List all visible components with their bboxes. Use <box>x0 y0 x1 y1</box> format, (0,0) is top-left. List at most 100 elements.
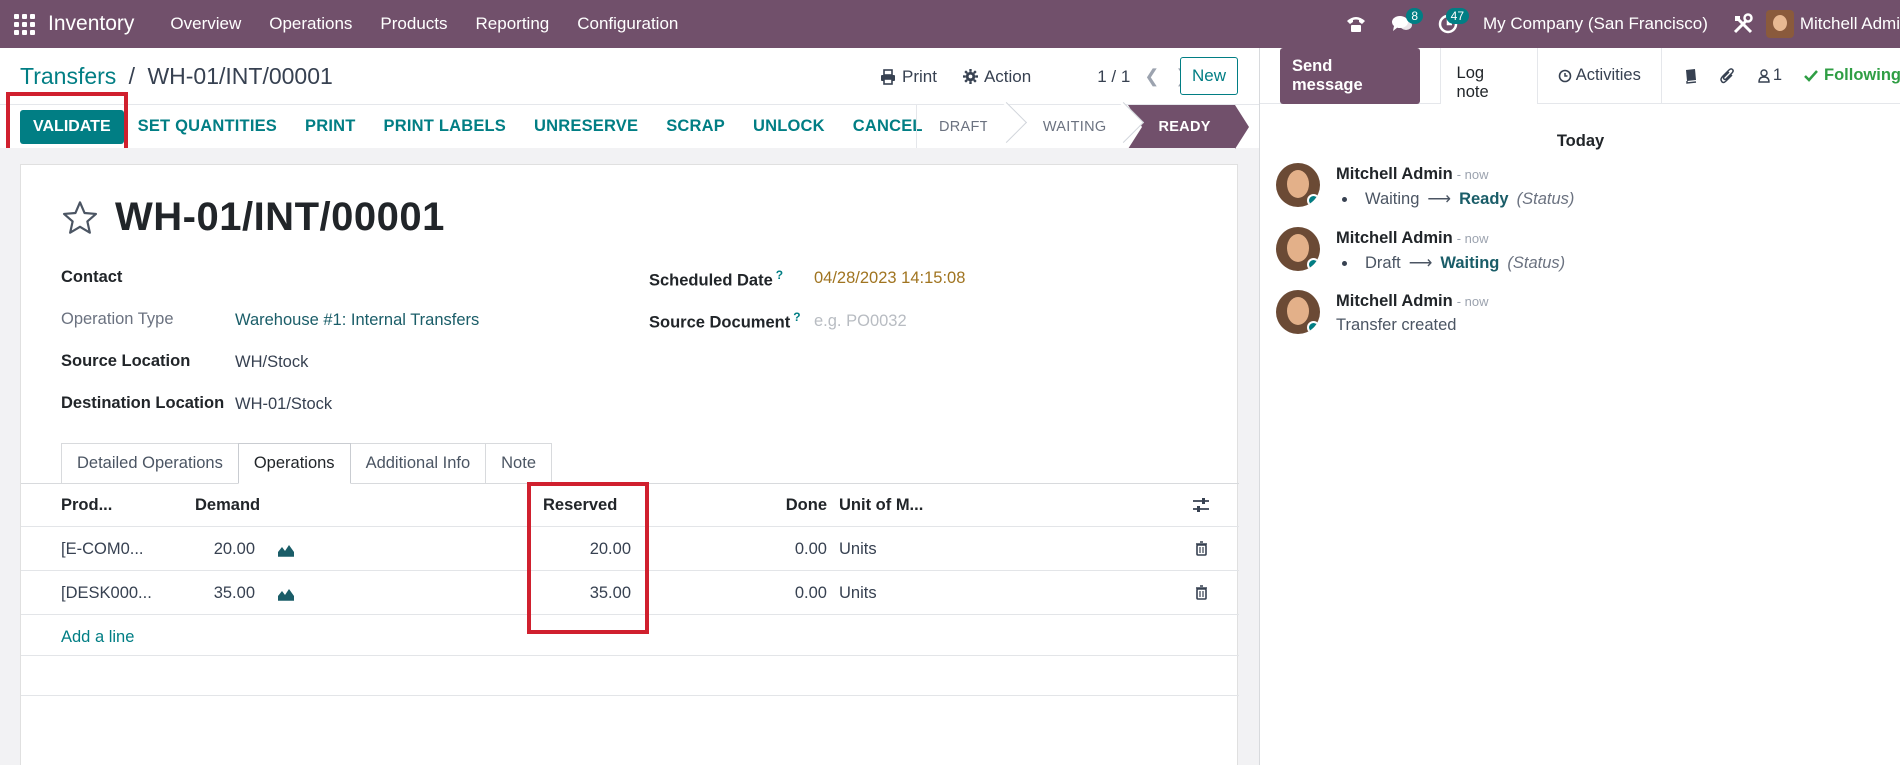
header-demand[interactable]: Demand <box>195 496 260 515</box>
source-document-field[interactable]: e.g. PO0032 <box>814 312 907 331</box>
print-labels-button[interactable]: PRINT LABELS <box>384 117 506 136</box>
new-value: Ready <box>1459 189 1509 208</box>
destination-location-field[interactable]: WH-01/Stock <box>235 395 332 414</box>
book-icon[interactable] <box>1684 68 1698 84</box>
scheduled-date-field[interactable]: 04/28/2023 14:15:08 <box>814 269 965 288</box>
log-note-button[interactable]: Log note <box>1439 47 1538 104</box>
changed-field: (Status) <box>1516 189 1575 208</box>
scheduled-date-label: Scheduled Date? <box>649 268 783 291</box>
menu-operations[interactable]: Operations <box>255 14 366 34</box>
uom-cell[interactable]: Units <box>839 584 877 603</box>
new-button[interactable]: New <box>1180 57 1238 95</box>
phone-icon[interactable] <box>1333 0 1379 48</box>
print-label: Print <box>902 66 937 86</box>
source-location-field[interactable]: WH/Stock <box>235 353 308 372</box>
unlock-button[interactable]: UNLOCK <box>753 117 825 136</box>
company-switcher[interactable]: My Company (San Francisco) <box>1471 0 1720 48</box>
author-avatar[interactable] <box>1276 163 1320 207</box>
trash-icon[interactable] <box>1195 541 1208 556</box>
scrap-button[interactable]: SCRAP <box>666 117 725 136</box>
activities-clock-icon[interactable]: 47 <box>1425 0 1471 48</box>
forecast-chart-icon[interactable] <box>277 587 295 601</box>
source-document-label: Source Document? <box>649 310 801 333</box>
cancel-button[interactable]: CANCEL <box>853 117 923 136</box>
activities-label: Activities <box>1575 66 1641 84</box>
transfer-reference-title: WH-01/INT/00001 <box>115 195 445 239</box>
demand-cell[interactable]: 20.00 <box>165 540 255 559</box>
unreserve-button[interactable]: UNRESERVE <box>534 117 638 136</box>
followers-button[interactable]: 1 <box>1758 66 1782 85</box>
operation-type-field[interactable]: Warehouse #1: Internal Transfers <box>235 311 479 330</box>
messages-icon[interactable]: 8 <box>1379 0 1425 48</box>
breadcrumb-transfers-link[interactable]: Transfers <box>20 63 116 89</box>
pager-value[interactable]: 1 / 1 <box>1097 67 1130 87</box>
tab-detailed-operations[interactable]: Detailed Operations <box>61 443 239 484</box>
destination-location-label: Destination Location <box>61 394 225 412</box>
stage-draft[interactable]: DRAFT <box>916 105 1011 149</box>
tab-additional-info[interactable]: Additional Info <box>349 443 487 484</box>
following-button[interactable]: Following <box>1804 66 1900 85</box>
set-quantities-button[interactable]: SET QUANTITIES <box>138 117 277 136</box>
action-menu-button[interactable]: Action <box>962 67 1031 87</box>
forecast-chart-icon[interactable] <box>277 543 295 557</box>
tools-icon[interactable] <box>1720 0 1766 48</box>
add-a-line-link[interactable]: Add a line <box>61 628 134 647</box>
user-avatar[interactable] <box>1765 10 1794 38</box>
author-name[interactable]: Mitchell Admin <box>1336 229 1453 247</box>
form-sheet: WH-01/INT/00001 Contact Operation Type W… <box>20 164 1239 765</box>
stage-waiting[interactable]: WAITING <box>1011 105 1129 149</box>
optional-columns-icon[interactable] <box>1192 497 1210 513</box>
scheduled-date-help-icon[interactable]: ? <box>776 268 783 282</box>
check-icon <box>1804 69 1818 82</box>
done-cell[interactable]: 0.00 <box>737 584 827 603</box>
header-unit-of-measure[interactable]: Unit of M... <box>839 496 923 515</box>
tab-note[interactable]: Note <box>485 443 552 484</box>
header-done[interactable]: Done <box>757 496 827 515</box>
tab-operations[interactable]: Operations <box>237 443 351 484</box>
printer-icon <box>881 68 895 85</box>
contact-field[interactable] <box>235 268 535 290</box>
company-name: My Company (San Francisco) <box>1483 14 1708 33</box>
author-name[interactable]: Mitchell Admin <box>1336 292 1453 310</box>
menu-products[interactable]: Products <box>366 14 461 34</box>
old-value: Waiting <box>1365 189 1420 208</box>
print-button[interactable]: Print <box>880 67 937 87</box>
app-name[interactable]: Inventory <box>48 12 134 36</box>
product-cell[interactable]: [E-COM0... <box>61 540 144 559</box>
top-navbar: Inventory Overview Operations Products R… <box>0 0 1900 48</box>
arrow-right-icon: ⟶ <box>1408 254 1433 272</box>
stage-ready[interactable]: READY <box>1128 105 1250 149</box>
table-empty-row <box>21 656 1239 696</box>
menu-configuration[interactable]: Configuration <box>563 14 692 34</box>
control-panel: Transfers / WH-01/INT/00001 Print Action… <box>0 48 1307 160</box>
author-name[interactable]: Mitchell Admin <box>1336 165 1453 183</box>
source-document-help-icon[interactable]: ? <box>793 310 800 324</box>
pager-prev-icon[interactable]: ❮ <box>1144 66 1159 87</box>
done-cell[interactable]: 0.00 <box>737 540 827 559</box>
arrow-right-icon: ⟶ <box>1427 190 1452 208</box>
author-avatar[interactable] <box>1276 227 1320 271</box>
chatter-icon-group: 1 Following <box>1684 66 1900 85</box>
tracking-change: Draft ⟶ Waiting (Status) <box>1336 253 1565 273</box>
trash-icon[interactable] <box>1195 585 1208 600</box>
activities-button[interactable]: Activities <box>1538 47 1662 104</box>
star-icon[interactable] <box>61 200 99 236</box>
send-message-button[interactable]: Send message <box>1280 47 1420 104</box>
message-author: Mitchell Admin - now <box>1336 229 1489 248</box>
author-avatar[interactable] <box>1276 290 1320 334</box>
print-action-button[interactable]: PRINT <box>305 117 356 136</box>
product-cell[interactable]: [DESK000... <box>61 584 152 603</box>
demand-cell[interactable]: 35.00 <box>165 584 255 603</box>
menu-overview[interactable]: Overview <box>156 14 255 34</box>
paperclip-icon[interactable] <box>1720 67 1736 85</box>
header-product[interactable]: Prod... <box>61 496 112 515</box>
user-name[interactable]: Mitchell Admi <box>1800 14 1900 34</box>
apps-menu-icon[interactable] <box>0 0 48 48</box>
source-document-label-text: Source Document <box>649 313 791 332</box>
followers-count: 1 <box>1772 66 1783 84</box>
menu-reporting[interactable]: Reporting <box>462 14 564 34</box>
uom-cell[interactable]: Units <box>839 540 877 559</box>
online-status-dot <box>1307 321 1320 334</box>
breadcrumb-current: WH-01/INT/00001 <box>147 63 333 89</box>
message-time: - now <box>1456 231 1489 246</box>
